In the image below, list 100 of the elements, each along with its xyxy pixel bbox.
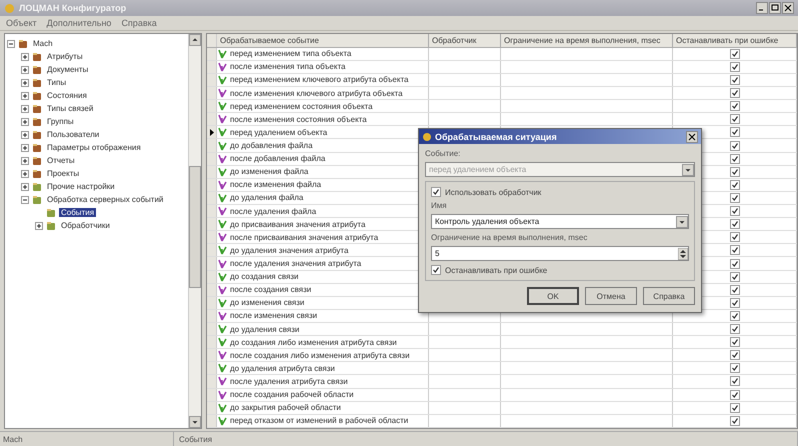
tree-item[interactable]: Параметры отображения — [45, 143, 143, 152]
table-cell-text: после добавления файла — [229, 154, 326, 164]
tree-item[interactable]: Отчеты — [45, 156, 77, 165]
tree-item[interactable]: Обработчики — [59, 221, 112, 230]
table-cell-text: до создания либо изменения атрибута связи — [229, 338, 397, 347]
checkbox[interactable] — [431, 265, 441, 275]
checkbox[interactable] — [730, 206, 740, 216]
handler-dropdown[interactable]: Контроль удаления объекта — [431, 214, 689, 229]
tree-item[interactable]: Проекты — [45, 169, 82, 178]
checkbox[interactable] — [730, 337, 740, 348]
tree-item[interactable]: Состояния — [45, 91, 89, 100]
expand-icon[interactable] — [21, 144, 29, 152]
column-header[interactable]: Останавливать при ошибке — [673, 34, 797, 47]
checkbox[interactable] — [730, 140, 740, 151]
checkbox[interactable] — [431, 187, 441, 197]
dialog-button[interactable]: OK — [527, 287, 579, 305]
expand-icon[interactable] — [35, 222, 43, 230]
table-cell-text: после удаления файла — [229, 206, 316, 216]
checkbox[interactable] — [730, 363, 740, 374]
node-icon — [32, 90, 42, 100]
checkbox[interactable] — [730, 74, 740, 85]
expand-icon[interactable] — [21, 104, 29, 112]
checkbox[interactable] — [730, 62, 740, 72]
checkbox[interactable] — [730, 376, 740, 386]
table-cell-text: до добавления файла — [229, 141, 313, 150]
menu-item[interactable]: Объект — [6, 18, 37, 28]
close-icon[interactable] — [686, 130, 698, 142]
expand-icon[interactable] — [21, 156, 29, 164]
table-cell-text: до удаления значения атрибута — [229, 246, 348, 255]
expand-icon[interactable] — [21, 182, 29, 190]
column-header[interactable]: Ограничение на время выполнения, msec — [501, 34, 673, 47]
checkbox[interactable] — [730, 390, 740, 400]
table-cell-text: перед изменением типа объекта — [229, 49, 352, 58]
checkbox[interactable] — [730, 272, 740, 282]
node-icon — [32, 156, 42, 166]
maximize-icon[interactable] — [769, 2, 781, 14]
expand-icon[interactable] — [21, 130, 29, 138]
tree-item[interactable]: Документы — [45, 65, 90, 74]
checkbox[interactable] — [730, 324, 740, 334]
table-cell-text: до создания связи — [229, 272, 298, 282]
table-cell-text: до закрытия рабочей области — [229, 403, 341, 412]
collapse-icon[interactable] — [7, 40, 15, 48]
table-cell-text: до удаления атрибута связи — [229, 364, 335, 373]
checkbox[interactable] — [730, 127, 740, 138]
tree-item[interactable]: Типы — [45, 78, 68, 87]
tree-item[interactable]: Прочие настройки — [45, 182, 117, 191]
checkbox[interactable] — [730, 180, 740, 190]
checkbox[interactable] — [730, 298, 740, 308]
dialog-title: Обрабатываемая ситуация — [435, 132, 558, 142]
table-cell-text: перед удалением объекта — [229, 128, 328, 137]
tree-item[interactable]: События — [59, 208, 96, 217]
expand-icon[interactable] — [21, 78, 29, 86]
expand-icon[interactable] — [21, 118, 29, 126]
checkbox[interactable] — [730, 245, 740, 256]
column-header[interactable]: Обрабатываемое событие — [217, 34, 429, 47]
checkbox[interactable] — [730, 402, 740, 413]
checkbox[interactable] — [730, 416, 740, 426]
node-icon — [32, 182, 42, 192]
scrollbar[interactable] — [188, 34, 201, 428]
status-text: События — [176, 432, 798, 446]
checkbox[interactable] — [730, 154, 740, 164]
limit-spinbox[interactable]: 5 — [431, 246, 689, 261]
menu-item[interactable]: Дополнительно — [46, 18, 112, 28]
checkbox[interactable] — [730, 88, 740, 98]
checkbox[interactable] — [730, 48, 740, 59]
checkbox[interactable] — [730, 166, 740, 177]
dialog-button[interactable]: Отмена — [585, 287, 637, 305]
checkbox[interactable] — [730, 310, 740, 321]
tree-item[interactable]: Обработка серверных событий — [45, 195, 166, 204]
node-icon — [32, 142, 42, 152]
spin-icon[interactable] — [678, 248, 688, 260]
menu-item[interactable]: Справка — [121, 18, 157, 28]
tree-item[interactable]: Группы — [45, 117, 76, 126]
row-header[interactable] — [207, 126, 217, 138]
expand-icon[interactable] — [21, 92, 29, 100]
tree-item[interactable]: Атрибуты — [45, 52, 85, 61]
checkbox[interactable] — [730, 192, 740, 203]
expand-icon[interactable] — [21, 52, 29, 60]
checkbox[interactable] — [730, 114, 740, 124]
expand-icon[interactable] — [21, 66, 29, 74]
dialog-button[interactable]: Справка — [643, 287, 695, 305]
checkbox[interactable] — [730, 350, 740, 360]
collapse-icon[interactable] — [21, 196, 29, 204]
table-cell-text: после изменения типа объекта — [229, 62, 346, 72]
tree-item[interactable]: Mach — [31, 39, 55, 48]
expand-icon[interactable] — [21, 170, 29, 178]
checkbox[interactable] — [730, 101, 740, 112]
checkbox-label: Использовать обработчик — [445, 188, 542, 196]
minimize-icon[interactable] — [756, 2, 768, 14]
checkbox[interactable] — [730, 284, 740, 295]
tree-item[interactable]: Пользователи — [45, 130, 102, 139]
checkbox[interactable] — [730, 232, 740, 242]
scroll-up-button[interactable] — [189, 34, 201, 46]
checkbox[interactable] — [730, 258, 740, 268]
tree-item[interactable]: Типы связей — [45, 104, 96, 113]
checkbox[interactable] — [730, 219, 740, 230]
column-header[interactable]: Обработчик — [429, 34, 501, 47]
scroll-down-button[interactable] — [189, 416, 201, 428]
node-icon — [32, 194, 42, 204]
close-icon[interactable] — [782, 2, 794, 14]
